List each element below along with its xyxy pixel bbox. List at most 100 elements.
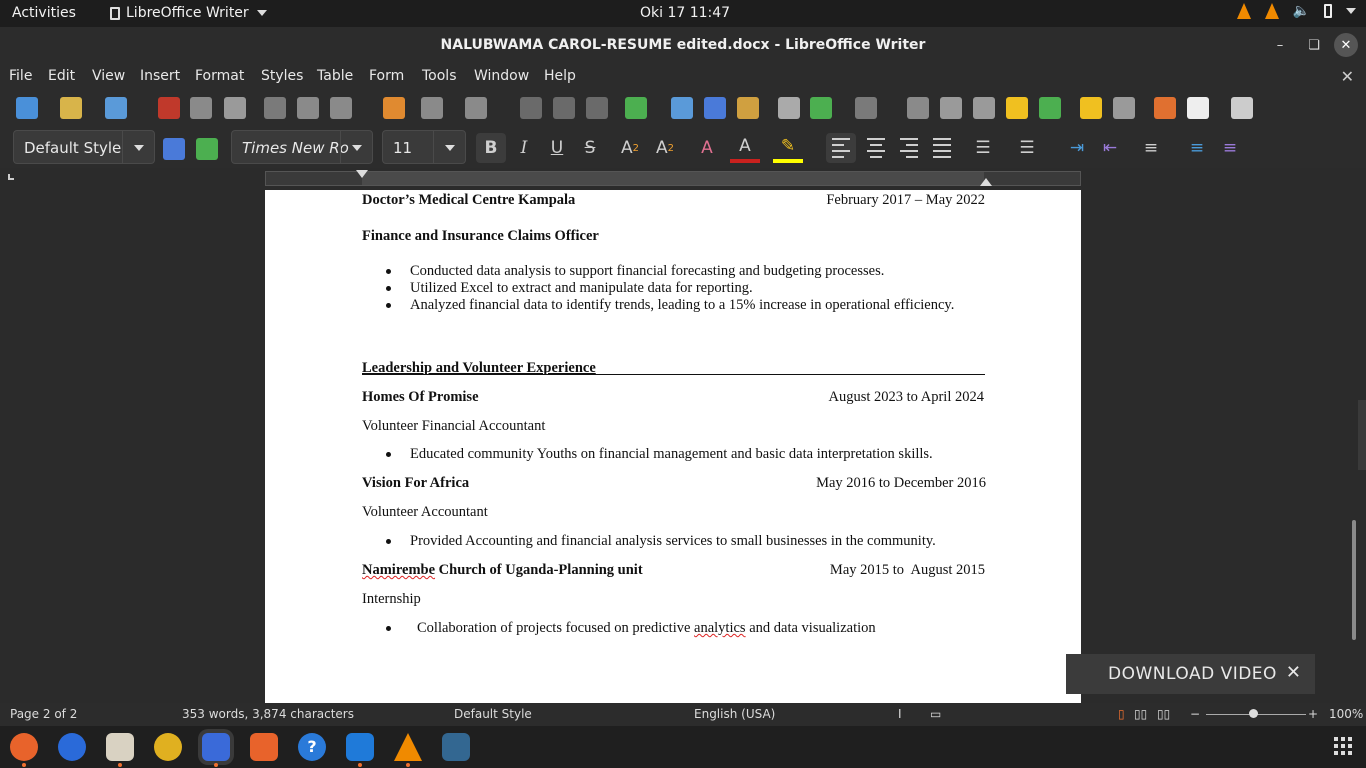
libreoffice-writer-icon[interactable]: [202, 733, 230, 761]
insert-field-icon[interactable]: [810, 97, 832, 119]
insert-cross-reference-icon[interactable]: [1039, 97, 1061, 119]
align-center-button[interactable]: [861, 133, 891, 163]
copy-icon[interactable]: [297, 97, 319, 119]
close-icon[interactable]: ✕: [1286, 662, 1301, 683]
find-replace-icon[interactable]: [520, 97, 542, 119]
show-applications-icon[interactable]: [1334, 737, 1352, 755]
insert-comment-icon[interactable]: [1080, 97, 1102, 119]
update-style-icon[interactable]: [163, 138, 185, 160]
insert-line-icon[interactable]: [1154, 97, 1176, 119]
menu-format[interactable]: Format: [195, 68, 244, 84]
firefox-icon[interactable]: [10, 733, 38, 761]
chevron-down-icon[interactable]: [122, 131, 154, 163]
close-document-icon[interactable]: ✕: [1341, 67, 1354, 86]
align-left-button[interactable]: [826, 133, 856, 163]
insert-page-break-icon[interactable]: [778, 97, 800, 119]
underline-button[interactable]: U: [542, 133, 572, 163]
insert-footnote-icon[interactable]: [940, 97, 962, 119]
page-style[interactable]: Default Style: [454, 707, 532, 721]
justify-button[interactable]: [927, 133, 957, 163]
formatting-marks-icon[interactable]: [586, 97, 608, 119]
insert-hyperlink-icon[interactable]: [907, 97, 929, 119]
rhythmbox-icon[interactable]: [154, 733, 182, 761]
selection-mode-icon[interactable]: ▭: [930, 707, 941, 721]
spelling-icon[interactable]: [553, 97, 575, 119]
increase-indent-icon[interactable]: ⇥: [1062, 133, 1092, 163]
vlc-icon[interactable]: [394, 733, 422, 761]
menu-styles[interactable]: Styles: [261, 68, 303, 84]
volume-icon[interactable]: 🔈: [1293, 3, 1310, 19]
menu-tools[interactable]: Tools: [422, 68, 457, 84]
print-preview-icon[interactable]: [224, 97, 246, 119]
subscript-button[interactable]: A2: [650, 133, 680, 163]
vscode-icon[interactable]: [346, 733, 374, 761]
insert-endnote-icon[interactable]: [973, 97, 995, 119]
export-pdf-icon[interactable]: [158, 97, 180, 119]
vlc-tray-icon[interactable]: [1236, 3, 1251, 19]
menu-table[interactable]: Table: [317, 68, 353, 84]
insert-table-icon[interactable]: [625, 97, 647, 119]
superscript-button[interactable]: A2: [615, 133, 645, 163]
maximize-button[interactable]: ❏: [1302, 33, 1326, 57]
decrease-paragraph-spacing-icon[interactable]: ≡: [1215, 133, 1245, 163]
clone-formatting-icon[interactable]: [383, 97, 405, 119]
zoom-level[interactable]: 100%: [1329, 707, 1363, 721]
misspelled-word[interactable]: analytics: [694, 620, 746, 636]
basic-shapes-icon[interactable]: [1187, 97, 1209, 119]
new-style-icon[interactable]: [196, 138, 218, 160]
vertical-scrollbar[interactable]: [1352, 520, 1356, 640]
open-folder-icon[interactable]: [60, 97, 82, 119]
language[interactable]: English (USA): [694, 707, 775, 721]
app-menu[interactable]: LibreOffice Writer: [110, 5, 267, 21]
misspelled-word[interactable]: Namirembe: [362, 562, 435, 578]
single-page-view-icon[interactable]: ▯: [1118, 707, 1125, 721]
increase-paragraph-spacing-icon[interactable]: ≡: [1182, 133, 1212, 163]
sidebar-collapse-handle[interactable]: [1358, 400, 1366, 470]
track-changes-icon[interactable]: [1113, 97, 1135, 119]
menu-file[interactable]: File: [9, 68, 32, 84]
italic-button[interactable]: I: [509, 133, 539, 163]
ordered-list-icon[interactable]: ☰: [1012, 133, 1042, 163]
insert-chart-icon[interactable]: [704, 97, 726, 119]
chevron-down-icon[interactable]: [433, 131, 465, 163]
clock[interactable]: Oki 17 11:47: [640, 5, 730, 21]
menu-form[interactable]: Form: [369, 68, 404, 84]
cut-icon[interactable]: [264, 97, 286, 119]
tab-stop-selector-icon[interactable]: [8, 174, 14, 180]
word-count[interactable]: 353 words, 3,874 characters: [182, 707, 354, 721]
menu-help[interactable]: Help: [544, 68, 576, 84]
bold-button[interactable]: B: [476, 133, 506, 163]
unordered-list-icon[interactable]: ☰: [968, 133, 998, 163]
insert-mode-icon[interactable]: I: [898, 707, 902, 721]
undo-icon[interactable]: [421, 97, 443, 119]
pgadmin-icon[interactable]: [442, 733, 470, 761]
save-icon[interactable]: [105, 97, 127, 119]
minimize-button[interactable]: –: [1268, 33, 1292, 57]
horizontal-ruler[interactable]: [265, 170, 1081, 186]
activities-button[interactable]: Activities: [12, 5, 76, 21]
document-page[interactable]: Doctor’s Medical Centre Kampala February…: [265, 190, 1081, 703]
multi-page-view-icon[interactable]: ▯▯: [1134, 707, 1147, 721]
new-document-icon[interactable]: [16, 97, 38, 119]
files-icon[interactable]: [106, 733, 134, 761]
insert-image-icon[interactable]: [671, 97, 693, 119]
align-right-button[interactable]: [894, 133, 924, 163]
decrease-indent-icon[interactable]: ⇤: [1095, 133, 1125, 163]
insert-special-character-icon[interactable]: [855, 97, 877, 119]
help-icon[interactable]: ?: [298, 733, 326, 761]
clear-formatting-button[interactable]: A: [692, 133, 722, 163]
menu-insert[interactable]: Insert: [140, 68, 180, 84]
paste-icon[interactable]: [330, 97, 352, 119]
right-indent-marker[interactable]: [980, 178, 992, 186]
menu-view[interactable]: View: [92, 68, 125, 84]
thunderbird-icon[interactable]: [58, 733, 86, 761]
download-video-overlay[interactable]: DOWNLOAD VIDEO ✕: [1066, 654, 1315, 694]
book-view-icon[interactable]: ▯▯: [1157, 707, 1170, 721]
zoom-out-icon[interactable]: −: [1190, 707, 1200, 721]
page-count[interactable]: Page 2 of 2: [10, 707, 77, 721]
menu-window[interactable]: Window: [474, 68, 529, 84]
close-window-button[interactable]: ✕: [1334, 33, 1358, 57]
font-size-combo[interactable]: 11: [382, 130, 466, 164]
line-spacing-icon[interactable]: ≡: [1136, 133, 1166, 163]
font-color-button[interactable]: A: [730, 133, 760, 163]
